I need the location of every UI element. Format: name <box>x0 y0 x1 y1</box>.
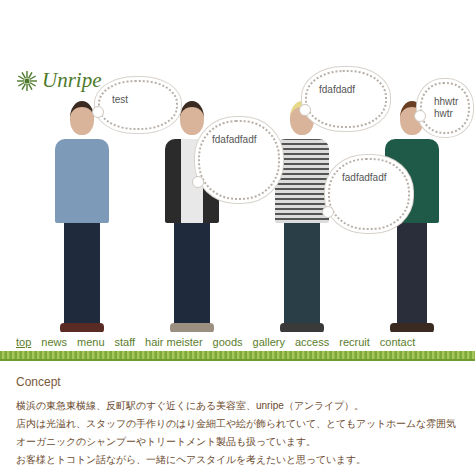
speech-bubble: fdafadfadf <box>198 120 280 200</box>
sun-icon <box>16 70 38 92</box>
concept-line: 店内は光溢れ、スタッフの手作りのはり金細工や絵が飾られていて、とてもアットホーム… <box>16 415 471 433</box>
logo[interactable]: Unripe <box>0 0 475 93</box>
nav-item[interactable]: contact <box>380 336 415 348</box>
speech-bubble: fadfadfadf <box>328 158 410 230</box>
staff-photo[interactable] <box>272 101 332 332</box>
nav-item[interactable]: top <box>16 336 31 348</box>
nav-item[interactable]: goods <box>213 336 243 348</box>
nav-item[interactable]: hair meister <box>145 336 202 348</box>
nav-item[interactable]: access <box>295 336 329 348</box>
concept-line: オーガニックのシャンプーやトリートメント製品も扱っています。 <box>16 433 471 451</box>
nav-item[interactable]: recruit <box>339 336 370 348</box>
nav-item[interactable]: menu <box>77 336 105 348</box>
logo-text: Unripe <box>42 68 102 93</box>
nav-item[interactable]: gallery <box>253 336 285 348</box>
speech-bubble: fdafdadf <box>305 70 387 128</box>
main-nav: topnews menu staff hair meister goods gallery… <box>0 332 475 351</box>
grass-divider <box>0 351 475 361</box>
concept-line: 横浜の東急東横線、反町駅のすぐ近くにある美容室、unripe（アンライプ）。 <box>16 397 471 415</box>
hero: Unripetest fdafadfadf fdafdadf fadfadfadfhh… <box>0 0 475 332</box>
page: Unripetest fdafadfadf fdafdadf fadfadfadfhh… <box>0 0 475 475</box>
nav-item[interactable]: news <box>41 336 67 348</box>
speech-bubble: hhwtrhwtr <box>420 82 470 134</box>
concept-title: Concept <box>16 375 471 389</box>
concept-line: お客様とトコトン話ながら、一緒にヘアスタイルを考えたいと思っています。 <box>16 451 471 469</box>
staff-photo[interactable] <box>52 101 112 332</box>
nav-item[interactable]: staff <box>115 336 136 348</box>
concept-section: Concept 横浜の東急東横線、反町駅のすぐ近くにある美容室、unripe（アン… <box>0 361 475 469</box>
speech-bubble: test <box>98 80 178 130</box>
